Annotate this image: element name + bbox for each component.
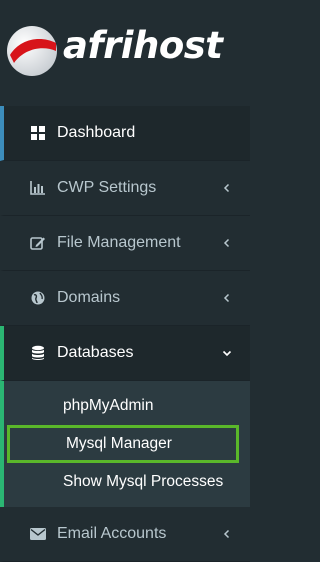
sidebar-item-domains[interactable]: Domains (0, 271, 250, 326)
bar-chart-icon (30, 180, 46, 196)
brand-name: afrihost (63, 24, 223, 67)
sidebar-item-dashboard[interactable]: Dashboard (0, 106, 250, 161)
submenu-item-mysql-manager[interactable]: Mysql Manager (7, 425, 239, 463)
sidebar-item-cwp-settings[interactable]: CWP Settings (0, 161, 250, 216)
dashboard-icon (30, 125, 46, 141)
afrihost-ball-icon (7, 26, 57, 76)
submenu-item-show-mysql-processes[interactable]: Show Mysql Processes (4, 463, 250, 501)
chevron-left-icon (223, 238, 230, 248)
sidebar-item-label: Domains (57, 289, 121, 306)
chevron-left-icon (223, 183, 230, 193)
brand-logo[interactable]: afrihost (0, 0, 250, 106)
chevron-left-icon (223, 293, 230, 303)
sidebar-item-databases[interactable]: Databases (0, 326, 250, 381)
envelope-icon (30, 526, 46, 542)
sidebar-item-label: Email Accounts (57, 525, 167, 542)
databases-submenu: phpMyAdmin Mysql Manager Show Mysql Proc… (0, 381, 250, 507)
sidebar-item-label: Databases (57, 344, 134, 361)
globe-icon (30, 290, 46, 306)
database-icon (30, 345, 46, 361)
chevron-left-icon (223, 529, 230, 539)
chevron-down-icon (222, 350, 232, 357)
edit-icon (30, 235, 46, 251)
submenu-item-phpmyadmin[interactable]: phpMyAdmin (4, 387, 250, 425)
sidebar-item-label: CWP Settings (57, 179, 157, 196)
sidebar-item-email-accounts[interactable]: Email Accounts (0, 507, 250, 562)
sidebar-item-file-management[interactable]: File Management (0, 216, 250, 271)
sidebar-item-label: File Management (57, 234, 181, 251)
sidebar-item-label: Dashboard (57, 124, 136, 141)
sidebar-nav: Dashboard CWP Settings File Management D… (0, 106, 250, 562)
